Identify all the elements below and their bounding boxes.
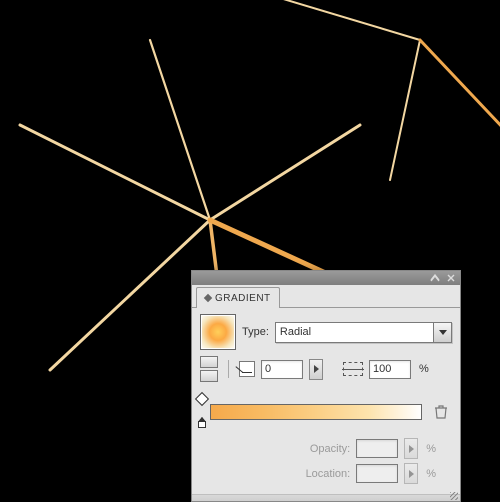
angle-icon	[239, 361, 255, 377]
location-stepper	[404, 463, 418, 484]
panel-titlebar[interactable]	[192, 271, 460, 285]
gradient-ramp[interactable]	[202, 396, 450, 430]
type-select[interactable]: Radial	[275, 322, 452, 343]
aspect-suffix: %	[419, 363, 429, 375]
collapse-icon[interactable]	[430, 273, 440, 283]
opacity-stop[interactable]	[195, 392, 209, 406]
diamond-icon	[204, 294, 212, 302]
angle-value: 0	[265, 363, 271, 375]
swap-buttons[interactable]	[200, 356, 218, 382]
reverse-gradient-icon[interactable]	[200, 356, 218, 368]
color-stop[interactable]	[198, 418, 206, 428]
opacity-label: Opacity:	[310, 443, 350, 455]
gradient-panel: GRADIENT Type: Radial 0	[191, 270, 461, 502]
panel-tabs: GRADIENT	[192, 285, 460, 308]
aspect-input[interactable]: 100	[369, 360, 411, 379]
type-label: Type:	[242, 326, 269, 338]
opacity-stepper	[404, 438, 418, 459]
tab-label: GRADIENT	[215, 293, 271, 304]
aspect-value: 100	[373, 363, 391, 375]
chevron-down-icon	[433, 323, 451, 342]
gradient-swatch[interactable]	[200, 314, 236, 350]
angle-input[interactable]: 0	[261, 360, 303, 379]
gradient-ramp-bar[interactable]	[210, 404, 422, 420]
type-value: Radial	[280, 326, 311, 338]
opacity-suffix: %	[426, 443, 436, 455]
close-icon[interactable]	[446, 273, 456, 283]
panel-body: Type: Radial 0 100 %	[192, 308, 460, 494]
angle-stepper[interactable]	[309, 359, 323, 380]
aspect-ratio-icon	[343, 362, 363, 376]
opacity-input	[356, 439, 398, 458]
separator	[228, 360, 229, 378]
location-label: Location:	[306, 468, 351, 480]
trash-icon[interactable]	[434, 404, 448, 423]
tab-gradient[interactable]: GRADIENT	[196, 287, 280, 308]
location-suffix: %	[426, 468, 436, 480]
location-input	[356, 464, 398, 483]
swap-fill-stroke-icon[interactable]	[200, 370, 218, 382]
